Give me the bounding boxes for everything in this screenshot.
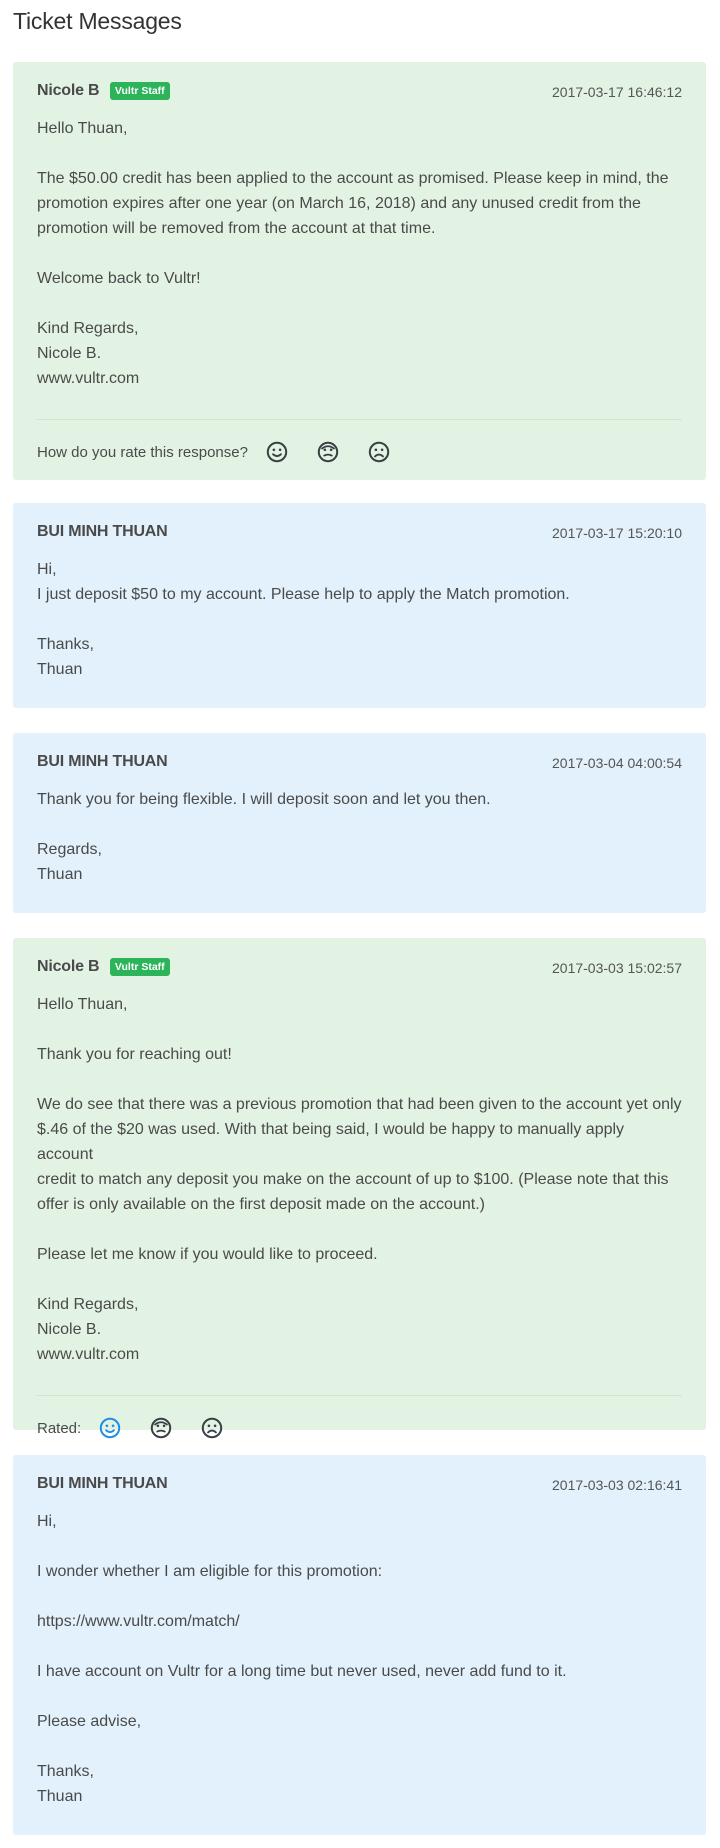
message-line: Thanks, — [37, 1763, 94, 1780]
page-title: Ticket Messages — [13, 8, 182, 34]
message-line: Please let me know if you would like to … — [37, 1246, 378, 1263]
message-line: Kind Regards, — [37, 1296, 139, 1313]
message-body: Hi, I just deposit $50 to my account. Ple… — [37, 557, 682, 682]
message-line: Hello Thuan, — [37, 996, 128, 1013]
message-date: 2017-03-03 02:16:41 — [552, 1477, 682, 1493]
staff-badge: Vultr Staff — [109, 82, 170, 100]
rating-label: Rated: — [37, 1419, 82, 1437]
message-line: $.46 of the $20 was used. With that bein… — [37, 1121, 625, 1163]
message-line: Welcome back to Vultr! — [37, 270, 201, 287]
rating-bar: Rated: — [37, 1395, 682, 1448]
message-line: Nicole B. — [37, 345, 102, 362]
message-date: 2017-03-04 04:00:54 — [552, 755, 682, 771]
message-line: Thuan — [37, 866, 83, 883]
message-author: BUI MINH THUAN — [37, 753, 168, 770]
message-line: Hello Thuan, — [37, 120, 128, 137]
message-body: Thank you for being flexible. I will dep… — [37, 787, 682, 887]
message-author: Nicole B — [37, 82, 100, 99]
message-card: BUI MINH THUAN 2017-03-17 15:20:10 Hi, I … — [13, 503, 706, 708]
message-card: Nicole B Vultr Staff 2017-03-03 15:02:57… — [13, 938, 706, 1439]
message-date: 2017-03-03 15:02:57 — [552, 960, 682, 976]
message-header: BUI MINH THUAN 2017-03-04 04:00:54 — [37, 753, 682, 777]
message-header: Nicole B Vultr Staff 2017-03-17 16:46:12 — [37, 82, 682, 106]
message-line: Hi, — [37, 1513, 57, 1530]
smile-icon — [99, 1417, 121, 1439]
message-line: Thuan — [37, 661, 83, 678]
message-line: Thank you for being flexible. I will dep… — [37, 791, 491, 808]
message-header: Nicole B Vultr Staff 2017-03-03 15:02:57 — [37, 958, 682, 982]
message-line: We do see that there was a previous prom… — [37, 1096, 682, 1113]
message-body: Hello Thuan, The $50.00 credit has been a… — [37, 116, 682, 391]
message-author: Nicole B — [37, 958, 100, 975]
message-link-text: https://www.vultr.com/match/ — [37, 1613, 240, 1630]
message-card: BUI MINH THUAN 2017-03-04 04:00:54 Thank… — [13, 733, 706, 913]
message-body: Hi, I wonder whether I am eligible for th… — [37, 1509, 682, 1809]
frown-icon[interactable] — [368, 441, 390, 463]
message-line: Hi, — [37, 561, 57, 578]
message-header: BUI MINH THUAN 2017-03-17 15:20:10 — [37, 523, 682, 547]
message-line: Nicole B. — [37, 1321, 102, 1338]
message-author: BUI MINH THUAN — [37, 523, 168, 540]
message-date: 2017-03-17 15:20:10 — [552, 525, 682, 541]
message-link-text: www.vultr.com — [37, 1346, 140, 1363]
message-line: Kind Regards, — [37, 320, 139, 337]
message-line: Please advise, — [37, 1713, 142, 1730]
message-line: I have account on Vultr for a long time … — [37, 1663, 567, 1680]
message-line: Thanks, — [37, 636, 94, 653]
neutral-icon[interactable] — [317, 441, 339, 463]
message-line: I wonder whether I am eligible for this … — [37, 1563, 383, 1580]
message-date: 2017-03-17 16:46:12 — [552, 84, 682, 100]
rating-bar: How do you rate this response? — [37, 419, 682, 472]
message-line: I just deposit $50 to my account. Please… — [37, 586, 570, 603]
staff-badge: Vultr Staff — [109, 958, 170, 976]
message-line: The $50.00 credit has been applied to th… — [37, 170, 669, 187]
message-line: promotion expires after one year (on Mar… — [37, 195, 641, 212]
message-line: Thank you for reaching out! — [37, 1046, 232, 1063]
message-body: Hello Thuan, Thank you for reaching out! W… — [37, 992, 682, 1367]
message-card: BUI MINH THUAN 2017-03-03 02:16:41 Hi, I … — [13, 1455, 706, 1835]
message-header: BUI MINH THUAN 2017-03-03 02:16:41 — [37, 1475, 682, 1499]
message-line: offer is only available on the first dep… — [37, 1196, 485, 1213]
message-line: Thuan — [37, 1788, 83, 1805]
frown-icon — [201, 1417, 223, 1439]
message-card: Nicole B Vultr Staff 2017-03-17 16:46:12… — [13, 62, 706, 480]
message-link-text: www.vultr.com — [37, 370, 140, 387]
message-author: BUI MINH THUAN — [37, 1475, 168, 1492]
message-line: Regards, — [37, 841, 102, 858]
message-line: promotion will be removed from the accou… — [37, 220, 436, 237]
rating-label: How do you rate this response? — [37, 443, 248, 461]
neutral-icon — [150, 1417, 172, 1439]
smile-icon[interactable] — [266, 441, 288, 463]
message-line: credit to match any deposit you make on … — [37, 1171, 669, 1188]
